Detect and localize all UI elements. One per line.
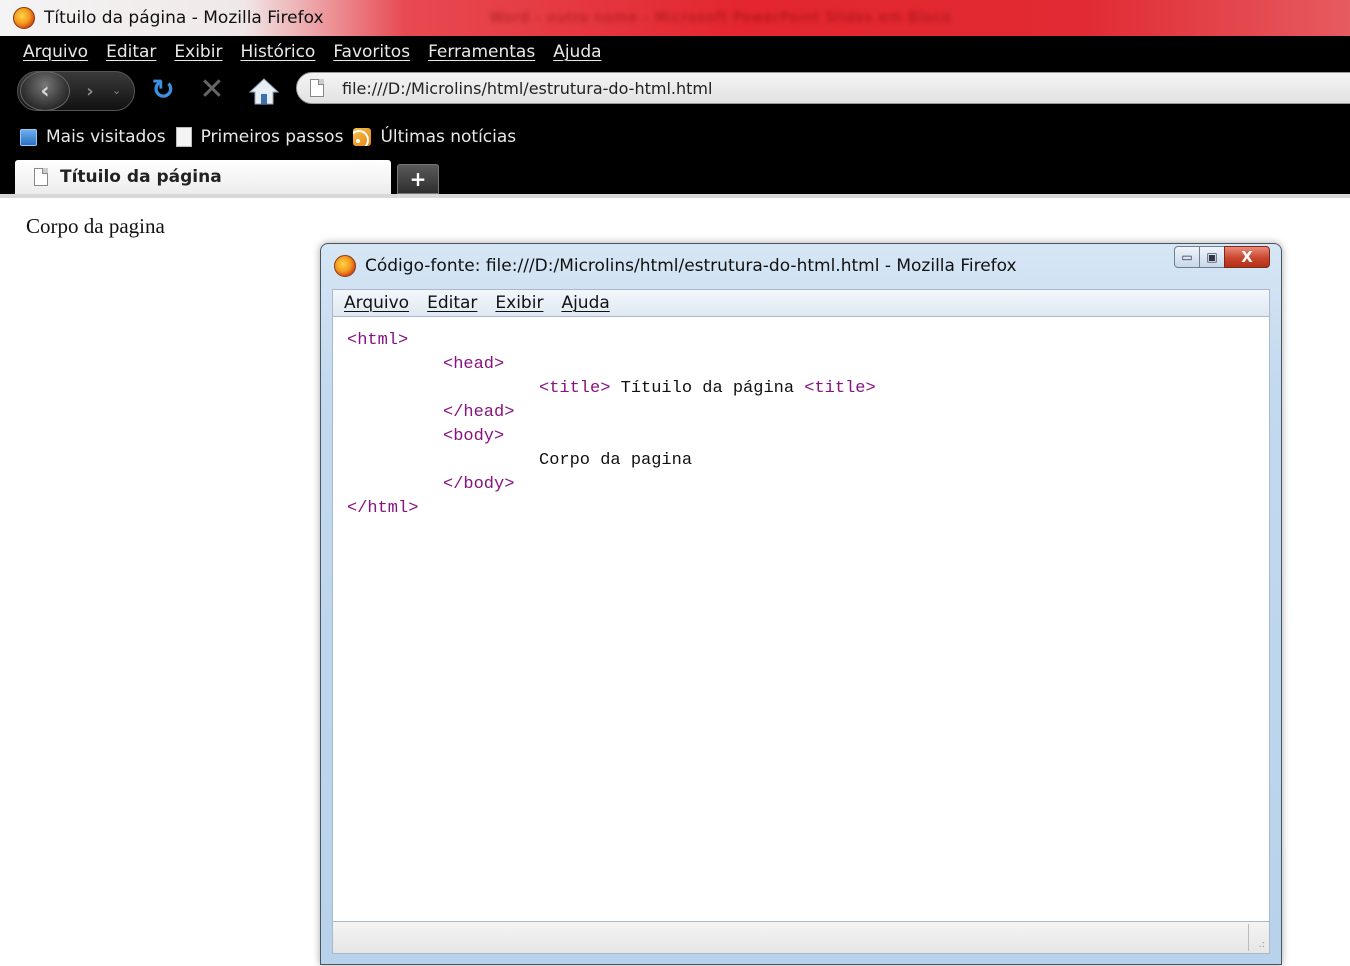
bookmark-mais-visitados[interactable]: Mais visitados	[20, 127, 166, 147]
code-text: Corpo da pagina	[539, 451, 693, 470]
bookmarks-toolbar: Mais visitados Primeiros passos Últimas …	[0, 122, 1350, 152]
code-tag: </html>	[347, 499, 419, 518]
source-window: Código-fonte: file:///D:/Microlins/html/…	[320, 243, 1282, 965]
page-body-text: Corpo da pagina	[26, 214, 165, 238]
window-title: Títuilo da página - Mozilla Firefox	[44, 8, 324, 28]
code-tag: </body>	[443, 475, 515, 494]
window-controls: ▭ ▣ X	[1174, 246, 1270, 268]
page-icon	[175, 127, 192, 147]
content-divider	[0, 194, 1350, 198]
source-menu-ajuda[interactable]: Ajuda	[561, 293, 609, 313]
code-line: </body>	[443, 475, 514, 494]
minimize-button[interactable]: ▭	[1174, 246, 1200, 268]
stop-button[interactable]: ✕	[196, 74, 228, 106]
browser-chrome: Arquivo Editar Exibir Histórico Favorito…	[0, 36, 1350, 194]
main-window-titlebar: Títuilo da página - Mozilla Firefox Word…	[0, 0, 1350, 36]
maximize-button[interactable]: ▣	[1199, 246, 1225, 268]
bookmark-label: Mais visitados	[46, 127, 166, 147]
menu-arquivo[interactable]: Arquivo	[23, 42, 88, 62]
home-button[interactable]	[248, 76, 280, 106]
source-statusbar: .:	[332, 921, 1270, 954]
code-line: <html>	[347, 331, 408, 350]
tab-active[interactable]: Títuilo da página	[15, 160, 391, 194]
code-tag: <body>	[443, 427, 505, 446]
bookmark-primeiros-passos[interactable]: Primeiros passos	[175, 127, 344, 147]
code-tag: <title>	[804, 379, 876, 398]
source-menubar: Arquivo Editar Exibir Ajuda	[332, 289, 1270, 317]
menu-ferramentas[interactable]: Ferramentas	[428, 42, 535, 62]
source-window-titlebar[interactable]: Código-fonte: file:///D:/Microlins/html/…	[321, 244, 1281, 288]
code-tag: <html>	[347, 331, 409, 350]
forward-arrow-icon: ›	[86, 80, 94, 102]
source-code-view[interactable]: <html> <head> <title> Títuilo da página …	[332, 317, 1270, 921]
code-tag: </head>	[443, 403, 515, 422]
new-tab-button[interactable]: +	[397, 164, 439, 194]
home-icon	[248, 78, 280, 105]
blurred-taskbar-text: Word - outro nome - Microsoft PowerPoint…	[490, 10, 952, 26]
resize-grip-icon[interactable]: .:	[1258, 939, 1265, 950]
code-tag: <title>	[539, 379, 611, 398]
menu-ajuda[interactable]: Ajuda	[553, 42, 601, 62]
status-divider	[1248, 924, 1249, 951]
navigation-toolbar: ‹ › ⌄ ↻ ✕ file:///D:/Microlins/html/estr…	[0, 68, 1350, 114]
stop-icon: ✕	[199, 72, 225, 107]
reload-icon: ↻	[151, 73, 175, 106]
menubar: Arquivo Editar Exibir Histórico Favorito…	[0, 36, 1350, 68]
back-button[interactable]: ‹	[20, 71, 70, 111]
tab-bar: Títuilo da página +	[0, 158, 1350, 194]
menu-favoritos[interactable]: Favoritos	[333, 42, 410, 62]
history-dropdown-icon[interactable]: ⌄	[112, 84, 121, 97]
code-line: <body>	[443, 427, 504, 446]
back-arrow-icon: ‹	[40, 78, 50, 104]
plus-icon: +	[409, 167, 427, 191]
reload-button[interactable]: ↻	[147, 74, 179, 106]
code-line: <head>	[443, 355, 504, 374]
code-line: </html>	[347, 499, 418, 518]
source-window-title: Código-fonte: file:///D:/Microlins/html/…	[365, 256, 1017, 276]
source-menu-editar[interactable]: Editar	[427, 293, 477, 313]
page-identity-icon[interactable]	[310, 79, 324, 97]
bookmark-label: Primeiros passos	[200, 127, 344, 147]
close-icon: X	[1241, 248, 1253, 266]
bookmark-ultimas-noticias[interactable]: Últimas notícias	[353, 127, 516, 147]
source-menu-exibir[interactable]: Exibir	[495, 293, 543, 313]
source-menu-arquivo[interactable]: Arquivo	[344, 293, 409, 313]
smart-bookmark-icon	[20, 128, 37, 146]
code-line: <title> Títuilo da página <title>	[539, 379, 876, 398]
code-line: Corpo da pagina	[539, 451, 692, 470]
code-text: Títuilo da página	[610, 379, 805, 398]
firefox-logo-icon	[334, 255, 356, 277]
code-tag: <head>	[443, 355, 505, 374]
tab-page-icon	[34, 168, 48, 186]
forward-button[interactable]: ›	[72, 78, 108, 104]
firefox-logo-icon	[13, 7, 35, 29]
rss-feed-icon	[353, 128, 372, 146]
maximize-icon: ▣	[1206, 250, 1218, 264]
url-bar[interactable]: file:///D:/Microlins/html/estrutura-do-h…	[296, 72, 1350, 104]
minimize-icon: ▭	[1181, 250, 1193, 264]
url-text[interactable]: file:///D:/Microlins/html/estrutura-do-h…	[342, 79, 712, 98]
code-line: </head>	[443, 403, 514, 422]
bookmark-label: Últimas notícias	[380, 127, 517, 147]
close-button[interactable]: X	[1224, 246, 1270, 268]
menu-exibir[interactable]: Exibir	[174, 42, 222, 62]
tab-label: Títuilo da página	[60, 167, 222, 187]
menu-editar[interactable]: Editar	[106, 42, 156, 62]
menu-historico[interactable]: Histórico	[240, 42, 315, 62]
